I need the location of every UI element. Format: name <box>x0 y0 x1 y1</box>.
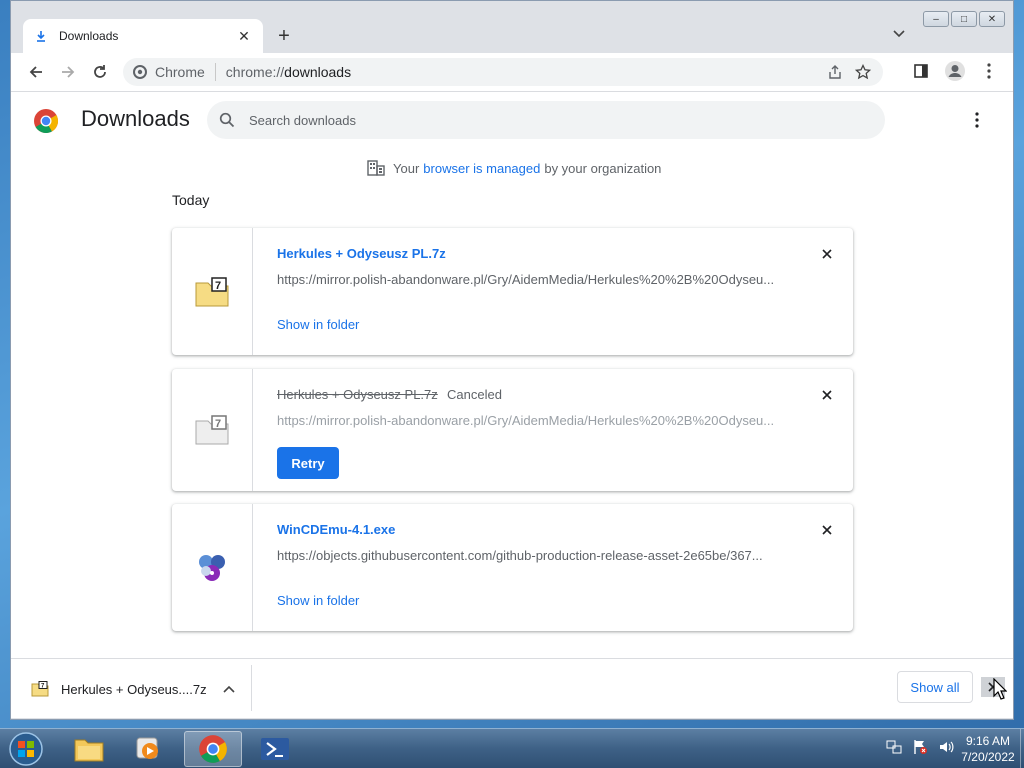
download-icon <box>33 28 49 44</box>
status-label: Canceled <box>447 387 502 402</box>
volume-icon[interactable] <box>938 739 954 755</box>
toolbar: Chrome chrome://downloads <box>11 53 1013 91</box>
managed-suffix: by your organization <box>544 160 662 176</box>
remove-close-icon[interactable] <box>819 246 835 262</box>
taskbar-chrome[interactable] <box>184 731 242 767</box>
chevron-up-icon[interactable] <box>221 681 237 697</box>
reload-button[interactable] <box>85 57 115 87</box>
file-icon-column: 7 <box>172 369 253 491</box>
side-panel-icon[interactable] <box>907 57 935 85</box>
menu-kebab-icon[interactable] <box>975 57 1003 85</box>
url-text: chrome://downloads <box>226 64 351 80</box>
url-scheme: chrome:// <box>225 64 285 80</box>
tab-strip: Downloads ✕ + ‒ □ ✕ <box>11 1 1013 53</box>
action-center-flag-icon[interactable] <box>912 739 928 755</box>
section-label-today: Today <box>172 192 210 208</box>
shelf-item-name: Herkules + Odyseus....7z <box>61 681 207 697</box>
remove-close-icon[interactable] <box>819 522 835 538</box>
forward-button[interactable] <box>53 57 83 87</box>
omnibox-actions <box>827 58 883 86</box>
share-icon[interactable] <box>827 64 843 80</box>
toolbar-right <box>907 57 1003 85</box>
download-item: 7 Herkules + Odyseusz PL.7z https://mirr… <box>172 228 853 355</box>
page-menu-kebab-icon[interactable] <box>967 110 987 130</box>
tab-title: Downloads <box>59 29 119 43</box>
chrome-chip[interactable]: Chrome <box>133 64 205 80</box>
file-icon-column: 7 <box>172 228 253 355</box>
managed-notice: Your browser is managed by your organiza… <box>367 160 661 176</box>
download-item: 7 Herkules + Odyseusz PL.7z Canceled htt… <box>172 369 853 491</box>
file-icon-column <box>172 504 253 631</box>
page-title: Downloads <box>81 106 190 131</box>
shelf-divider <box>251 665 252 711</box>
close-window-button[interactable]: ✕ <box>979 11 1005 27</box>
clock-date: 7/20/2022 <box>961 750 1015 764</box>
managed-prefix: Your <box>393 160 420 176</box>
managed-link[interactable]: browser is managed <box>423 161 540 176</box>
file-name-link[interactable]: WinCDEmu-4.1.exe <box>277 522 395 537</box>
url-path: downloads <box>284 64 352 80</box>
chrome-window: Downloads ✕ + ‒ □ ✕ Chrome chrome://down… <box>10 0 1014 720</box>
forward-arrow-icon <box>62 66 75 78</box>
tab-downloads[interactable]: Downloads ✕ <box>23 19 263 53</box>
file-name-canceled: Herkules + Odyseusz PL.7z <box>277 387 438 402</box>
7z-archive-icon: 7 <box>31 681 49 697</box>
reload-icon <box>94 65 106 78</box>
7z-archive-faded-icon: 7 <box>195 415 229 445</box>
taskbar-explorer[interactable] <box>60 731 118 767</box>
svg-text:7: 7 <box>215 280 221 292</box>
7z-archive-icon: 7 <box>195 276 229 306</box>
profile-avatar-icon[interactable] <box>941 57 969 85</box>
folder-icon <box>74 739 104 762</box>
download-url[interactable]: https://mirror.polish-abandonware.pl/Gry… <box>277 413 777 428</box>
search-box[interactable] <box>207 101 885 139</box>
chrome-logo-icon <box>34 109 59 134</box>
tab-search-chevron-icon[interactable] <box>893 27 905 41</box>
chip-label: Chrome <box>155 64 205 80</box>
search-input[interactable] <box>249 112 849 128</box>
new-tab-button[interactable]: + <box>273 25 295 47</box>
taskbar-clock[interactable]: 9:16 AM 7/20/2022 <box>958 733 1018 765</box>
file-name-link[interactable]: Herkules + Odyseusz PL.7z <box>277 246 446 261</box>
download-shelf: 7 Herkules + Odyseus....7z Show all <box>11 658 1013 718</box>
show-all-button[interactable]: Show all <box>897 671 973 703</box>
powershell-icon <box>261 738 289 760</box>
network-icon[interactable] <box>886 739 902 755</box>
window-controls: ‒ □ ✕ <box>923 11 1005 27</box>
show-desktop-button[interactable] <box>1020 729 1024 768</box>
taskbar-media-player[interactable] <box>120 731 178 767</box>
show-in-folder-link[interactable]: Show in folder <box>277 317 359 332</box>
download-url[interactable]: https://mirror.polish-abandonware.pl/Gry… <box>277 272 777 287</box>
system-tray <box>886 739 954 755</box>
chrome-icon <box>199 735 227 763</box>
download-url[interactable]: https://objects.githubusercontent.com/gi… <box>277 548 777 563</box>
shelf-download-item[interactable]: 7 Herkules + Odyseus....7z <box>31 673 237 705</box>
address-bar[interactable]: Chrome chrome://downloads <box>123 58 883 86</box>
svg-text:7: 7 <box>215 418 221 430</box>
maximize-button[interactable]: □ <box>951 11 977 27</box>
download-item: WinCDEmu-4.1.exe https://objects.githubu… <box>172 504 853 631</box>
chrome-small-icon <box>133 65 147 79</box>
start-orb-icon[interactable] <box>6 730 46 768</box>
search-icon <box>219 112 235 128</box>
media-player-icon <box>136 737 158 759</box>
back-arrow-icon <box>29 66 42 78</box>
building-icon <box>367 160 385 176</box>
mouse-cursor-icon <box>993 678 1007 700</box>
page-header: Downloads <box>11 92 1013 148</box>
remove-close-icon[interactable] <box>819 387 835 403</box>
windows-taskbar: 9:16 AM 7/20/2022 <box>0 728 1024 768</box>
back-button[interactable] <box>21 57 51 87</box>
retry-button[interactable]: Retry <box>277 447 339 479</box>
downloads-page: Downloads Your browser is managed by you… <box>11 91 1013 659</box>
tab-close-icon[interactable]: ✕ <box>235 27 253 45</box>
show-in-folder-link[interactable]: Show in folder <box>277 593 359 608</box>
clock-time: 9:16 AM <box>965 734 1011 748</box>
taskbar-powershell[interactable] <box>246 731 304 767</box>
minimize-button[interactable]: ‒ <box>923 11 949 27</box>
wincdemu-app-icon <box>199 554 225 581</box>
bookmark-star-icon[interactable] <box>855 64 871 80</box>
omnibox-separator <box>214 63 216 81</box>
